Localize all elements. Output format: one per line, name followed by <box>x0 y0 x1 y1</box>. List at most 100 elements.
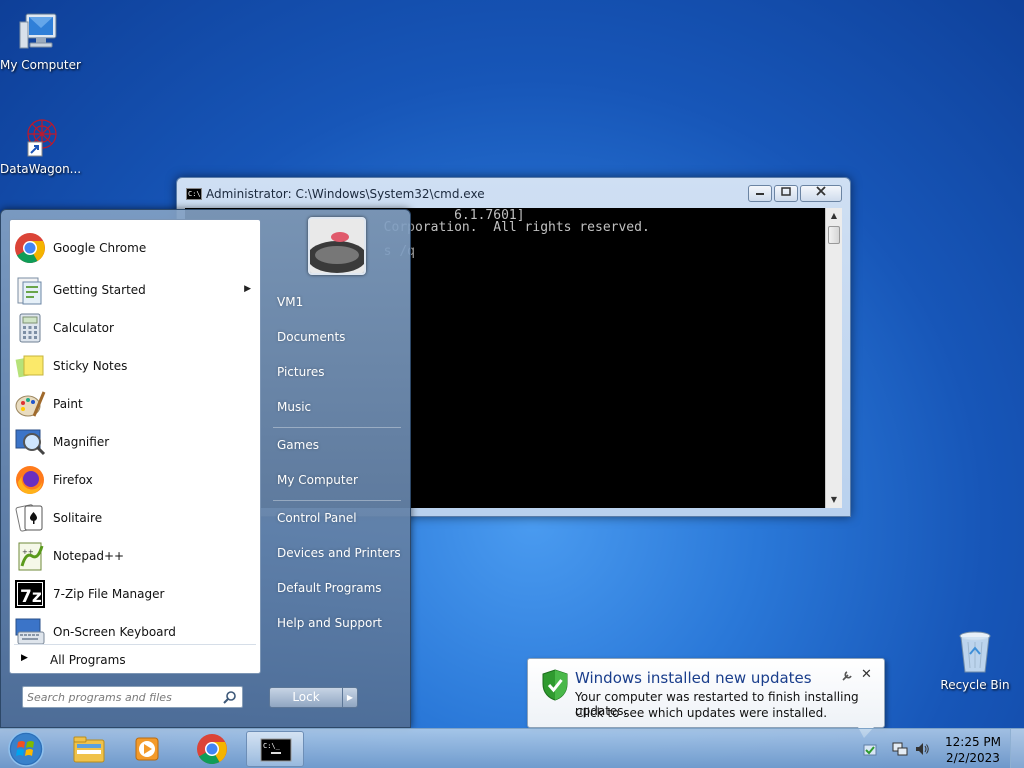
vertical-scrollbar[interactable]: ▲ ▼ <box>825 208 842 508</box>
maximize-button[interactable] <box>774 185 798 202</box>
right-arrow-icon: ▶ <box>346 693 354 702</box>
program-item-sticky-notes[interactable]: Sticky Notes <box>13 348 259 384</box>
cmd-icon: C:\_ <box>260 738 292 762</box>
taskbar-media-player-button[interactable] <box>119 731 177 767</box>
taskbar-chrome-button[interactable] <box>183 731 241 767</box>
all-programs-label: All Programs <box>50 653 126 667</box>
program-label: Calculator <box>53 321 114 335</box>
scroll-down-arrow-icon[interactable]: ▼ <box>826 492 842 508</box>
program-label: Solitaire <box>53 511 103 525</box>
show-desktop-button[interactable] <box>1010 729 1024 768</box>
program-label: Firefox <box>53 473 93 487</box>
volume-icon[interactable] <box>914 741 930 757</box>
computer-icon <box>16 8 64 56</box>
program-item-7zip[interactable]: 7z 7-Zip File Manager <box>13 576 259 612</box>
desktop-icon-label: Recycle Bin <box>940 678 1010 692</box>
minimize-icon <box>756 193 764 195</box>
notification-title[interactable]: Windows installed new updates <box>575 669 812 687</box>
shield-check-icon <box>542 669 568 701</box>
explorer-icon <box>73 736 105 763</box>
program-item-solitaire[interactable]: Solitaire <box>13 500 259 536</box>
sticky-notes-icon <box>15 355 44 378</box>
places-item-devices-and-printers[interactable]: Devices and Printers <box>269 540 403 568</box>
paint-icon <box>15 391 46 417</box>
taskbar: C:\_ 12:25 PM 2/2/2023 <box>0 728 1024 768</box>
wrench-icon[interactable] <box>841 670 853 685</box>
datawagon-shortcut-icon <box>16 112 64 160</box>
media-player-icon <box>135 737 159 761</box>
lock-button[interactable]: Lock <box>269 687 343 708</box>
clock-time: 12:25 PM <box>945 735 1001 749</box>
program-label: Sticky Notes <box>53 359 128 373</box>
notification-message: Click to see which updates were installe… <box>575 706 828 720</box>
scroll-up-arrow-icon[interactable]: ▲ <box>826 208 842 224</box>
search-input[interactable] <box>27 689 217 705</box>
taskbar-explorer-button[interactable] <box>60 731 118 767</box>
scroll-thumb[interactable] <box>828 226 840 244</box>
places-item-help-and-support[interactable]: Help and Support <box>269 610 403 638</box>
program-item-notepadpp[interactable]: ++ Notepad++ <box>13 538 259 574</box>
user-picture-icon <box>310 219 364 273</box>
7zip-icon: 7z <box>15 580 45 608</box>
windows-update-tray-icon[interactable] <box>862 741 878 757</box>
start-menu-programs-pane: Google Chrome Getting Started ▶ Calculat… <box>9 219 261 674</box>
places-item-games[interactable]: Games <box>269 432 403 460</box>
system-clock[interactable]: 12:25 PM 2/2/2023 <box>939 734 1007 766</box>
start-menu: Google Chrome Getting Started ▶ Calculat… <box>0 209 411 728</box>
program-item-firefox[interactable]: Firefox <box>13 462 259 498</box>
notepadpp-icon: ++ <box>18 542 44 571</box>
divider <box>14 644 256 645</box>
desktop-icon-recycle-bin[interactable]: Recycle Bin <box>935 628 1015 692</box>
program-label: Google Chrome <box>53 241 147 255</box>
notification-close-icon[interactable]: ✕ <box>861 667 872 682</box>
program-item-getting-started[interactable]: Getting Started ▶ <box>13 272 259 308</box>
program-item-magnifier[interactable]: Magnifier <box>13 424 259 460</box>
right-arrow-icon: ▶ <box>21 653 28 663</box>
user-avatar[interactable] <box>308 217 366 275</box>
program-item-calculator[interactable]: Calculator <box>13 310 259 346</box>
program-item-paint[interactable]: Paint <box>13 386 259 422</box>
desktop-icon-my-computer[interactable]: My Computer <box>0 8 81 72</box>
program-label: On-Screen Keyboard <box>53 625 176 639</box>
start-search-box[interactable] <box>22 686 243 708</box>
svg-text:++: ++ <box>22 548 34 556</box>
program-item-google-chrome[interactable]: Google Chrome <box>13 230 259 266</box>
places-item-documents[interactable]: Documents <box>269 324 403 352</box>
places-item-vm1[interactable]: VM1 <box>269 289 403 317</box>
start-menu-places-pane: VM1 Documents Pictures Music Games My Co… <box>263 210 411 729</box>
calculator-icon <box>19 313 41 343</box>
svg-text:C:\_: C:\_ <box>263 742 281 750</box>
desktop-icon-label: My Computer <box>0 58 81 72</box>
search-icon[interactable] <box>223 690 237 704</box>
program-label: Notepad++ <box>53 549 125 563</box>
divider <box>273 500 401 501</box>
places-item-my-computer[interactable]: My Computer <box>269 467 403 495</box>
all-programs-button[interactable]: ▶ All Programs <box>13 648 259 672</box>
firefox-icon <box>16 466 44 494</box>
shutdown-options-button[interactable]: ▶ <box>342 687 358 708</box>
chrome-icon <box>15 233 45 264</box>
window-titlebar[interactable]: C:\ Administrator: C:\Windows\System32\c… <box>177 178 850 208</box>
desktop-icon-datawagon[interactable]: DataWagon... <box>0 112 82 176</box>
start-button[interactable] <box>6 730 46 768</box>
program-label: Getting Started <box>53 283 146 297</box>
close-button[interactable] <box>800 185 842 202</box>
places-item-music[interactable]: Music <box>269 394 403 422</box>
submenu-arrow-icon: ▶ <box>244 284 251 294</box>
update-notification-balloon[interactable]: Windows installed new updates Your compu… <box>527 658 885 738</box>
places-item-control-panel[interactable]: Control Panel <box>269 505 403 533</box>
places-item-default-programs[interactable]: Default Programs <box>269 575 403 603</box>
program-label: Magnifier <box>53 435 110 449</box>
maximize-icon <box>781 187 791 196</box>
solitaire-icon <box>15 504 43 532</box>
minimize-button[interactable] <box>748 185 772 202</box>
taskbar-cmd-button[interactable]: C:\_ <box>246 731 304 767</box>
desktop-icon-label: DataWagon... <box>0 162 82 176</box>
program-label: 7-Zip File Manager <box>53 587 165 601</box>
cmd-app-icon: C:\ <box>186 188 202 200</box>
divider <box>273 427 401 428</box>
magnifier-icon <box>15 429 46 456</box>
places-item-pictures[interactable]: Pictures <box>269 359 403 387</box>
network-icon[interactable] <box>892 741 908 757</box>
windows-orb-icon <box>8 731 44 767</box>
